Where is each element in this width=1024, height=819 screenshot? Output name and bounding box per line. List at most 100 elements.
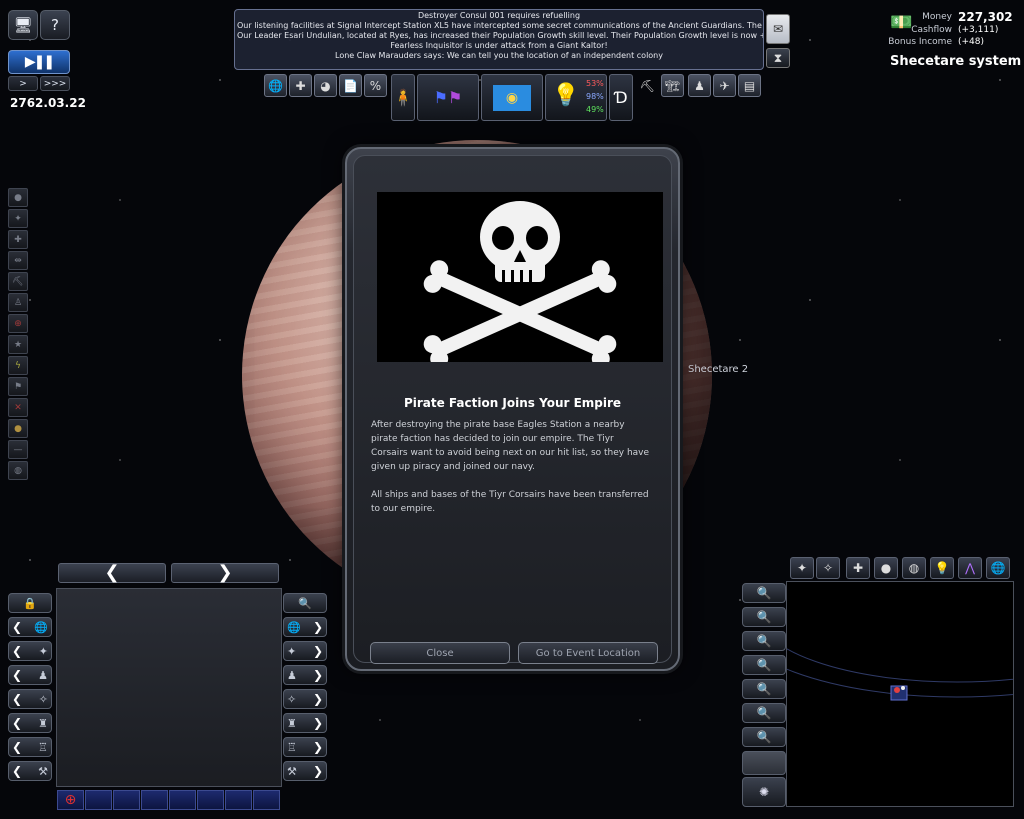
pie-chart-icon[interactable]: ◕ (314, 74, 337, 97)
filter-research-icon[interactable]: ● (8, 419, 28, 438)
prev-planet-button[interactable]: ❮ 🌐 (8, 617, 52, 637)
filter-combat-icon[interactable]: ✕ (8, 398, 28, 417)
play-pause-button[interactable]: ▶❚❚ (8, 50, 70, 74)
hourglass-icon[interactable]: ⧗ (766, 48, 790, 68)
previous-arrow-button[interactable]: ❮ (58, 563, 166, 583)
planet-label[interactable]: Shecetare 2 (688, 364, 748, 375)
map-tab-nebula-icon[interactable]: ⋀ (958, 557, 982, 579)
logo-icon[interactable]: Ɗ (609, 74, 633, 121)
map-tab-stations-icon[interactable]: ✚ (846, 557, 870, 579)
percent-icon[interactable]: % (364, 74, 387, 97)
speed-slow-button[interactable]: > (8, 76, 38, 91)
map-tab-galaxy-icon[interactable]: 🌐 (986, 557, 1010, 579)
next-troop-button[interactable]: ♟ ❯ (283, 665, 327, 685)
next-construction-button[interactable]: ⚒ ❯ (283, 761, 327, 781)
map-scrollbar[interactable] (742, 751, 786, 775)
bonus-income-label: Bonus Income (888, 37, 952, 47)
close-button[interactable]: Close (370, 642, 510, 664)
question-icon[interactable]: ? (40, 10, 70, 40)
queue-slot[interactable] (197, 790, 224, 810)
system-minimap[interactable] (786, 581, 1014, 807)
message-log[interactable]: Destroyer Consul 001 requires refuelling… (234, 9, 764, 70)
construction-icon: ⚒ (38, 764, 48, 778)
zoom-button[interactable]: 🔍 (283, 593, 327, 613)
filter-mining-icon[interactable]: ⛏ (8, 272, 28, 291)
filter-figure-icon[interactable]: ♙ (8, 293, 28, 312)
filter-station-icon[interactable]: ✚ (8, 230, 28, 249)
filter-scroll-icon[interactable]: — (8, 440, 28, 459)
filter-flag-icon[interactable]: ⚑ (8, 377, 28, 396)
next-arrow-button[interactable]: ❯ (171, 563, 279, 583)
next-fighter-button[interactable]: ✦ ❯ (283, 641, 327, 661)
queue-slot[interactable] (253, 790, 280, 810)
station-icon: ♜ (38, 716, 48, 730)
zoom-ships-button[interactable]: 🔍 (742, 583, 786, 603)
research-pct-bottom: 49% (586, 105, 604, 114)
galaxy-view-button[interactable]: ✺ (742, 777, 786, 807)
map-tab-fighters-icon[interactable]: ✧ (816, 557, 840, 579)
filter-planet-icon[interactable]: ● (8, 188, 28, 207)
message-item[interactable]: Our Leader Esari Undulian, located at Ry… (235, 31, 763, 41)
planet-list-icon[interactable]: 🌐 (264, 74, 287, 97)
money-label: Money (922, 12, 952, 22)
zoom-planets-button[interactable]: 🔍 (742, 655, 786, 675)
next-station-button[interactable]: ♜ ❯ (283, 713, 327, 733)
map-tab-gas-giant-icon[interactable]: ◍ (902, 557, 926, 579)
research-status-box[interactable]: 💡 53% 98% 49% (545, 74, 607, 121)
expansion-icon[interactable]: ✚ (289, 74, 312, 97)
map-tab-ships-icon[interactable]: ✦ (790, 557, 814, 579)
dialog-inner: Pirate Faction Joins Your Empire After d… (353, 155, 672, 664)
prev-base-button[interactable]: ❮ ♖ (8, 737, 52, 757)
cargo-icon[interactable]: ▤ (738, 74, 761, 97)
message-item[interactable]: Our listening facilities at Signal Inter… (235, 21, 763, 31)
zoom-stations-button[interactable]: 🔍 (742, 631, 786, 651)
queue-slot[interactable] (141, 790, 168, 810)
prev-warship-button[interactable]: ❮ ✧ (8, 689, 52, 709)
filter-target-icon[interactable]: ⊕ (8, 314, 28, 333)
queue-slot[interactable] (113, 790, 140, 810)
research-pct-mid: 98% (586, 92, 604, 101)
zoom-research-button[interactable]: 🔍 (742, 703, 786, 723)
next-base-button[interactable]: ♖ ❯ (283, 737, 327, 757)
map-tab-research-icon[interactable]: 💡 (930, 557, 954, 579)
zoom-fighters-button[interactable]: 🔍 (742, 607, 786, 627)
prev-station-button[interactable]: ❮ ♜ (8, 713, 52, 733)
queue-slot[interactable] (169, 790, 196, 810)
zoom-gas-button[interactable]: 🔍 (742, 679, 786, 699)
troops-icon[interactable]: ♟ (688, 74, 711, 97)
next-warship-button[interactable]: ✧ ❯ (283, 689, 327, 709)
document-icon[interactable]: 📄 (339, 74, 362, 97)
magnifier-icon: 🔍 (756, 610, 772, 624)
next-planet-button[interactable]: 🌐 ❯ (283, 617, 327, 637)
queue-slot[interactable] (225, 790, 252, 810)
selection-list[interactable] (56, 588, 282, 787)
prev-troop-button[interactable]: ❮ ♟ (8, 665, 52, 685)
message-item[interactable]: Lone Claw Marauders says: We can tell yo… (235, 51, 763, 61)
system-name: Shecetare system (890, 54, 1022, 69)
zoom-system-button[interactable]: 🔍 (742, 727, 786, 747)
character-icon[interactable]: 🧍 (391, 74, 415, 121)
prev-fighter-button[interactable]: ❮ ✦ (8, 641, 52, 661)
diplomacy-flags-icon[interactable]: ⚑ ⚑ (417, 74, 479, 121)
construction-icon[interactable]: 🏗 (661, 74, 684, 97)
filter-lightning-icon[interactable]: ϟ (8, 356, 28, 375)
queue-slot[interactable] (85, 790, 112, 810)
message-list-icon[interactable]: ✉ (766, 14, 790, 44)
filter-ship-icon[interactable]: ✦ (8, 209, 28, 228)
empire-flag-icon[interactable]: ◉ (481, 74, 543, 121)
target-icon[interactable]: ⊕ (57, 790, 84, 810)
speed-fast-button[interactable]: >>> (40, 76, 70, 91)
dialog-body: After destroying the pirate base Eagles … (371, 418, 651, 530)
prev-construction-button[interactable]: ❮ ⚒ (8, 761, 52, 781)
message-item[interactable]: Fearless Inquisitor is under attack from… (235, 41, 763, 51)
filter-fighter-icon[interactable]: ⇹ (8, 251, 28, 270)
monitor-icon[interactable]: 🖥 (8, 10, 38, 40)
ship-design-icon[interactable]: ✈ (713, 74, 736, 97)
lock-button[interactable]: 🔒 (8, 593, 52, 613)
filter-star-icon[interactable]: ★ (8, 335, 28, 354)
pickaxe-icon[interactable]: ⛏ (636, 74, 659, 97)
message-item[interactable]: Destroyer Consul 001 requires refuelling (235, 11, 763, 21)
map-tab-planets-icon[interactable]: ● (874, 557, 898, 579)
go-to-event-location-button[interactable]: Go to Event Location (518, 642, 658, 664)
filter-settings-icon[interactable]: ◍ (8, 461, 28, 480)
